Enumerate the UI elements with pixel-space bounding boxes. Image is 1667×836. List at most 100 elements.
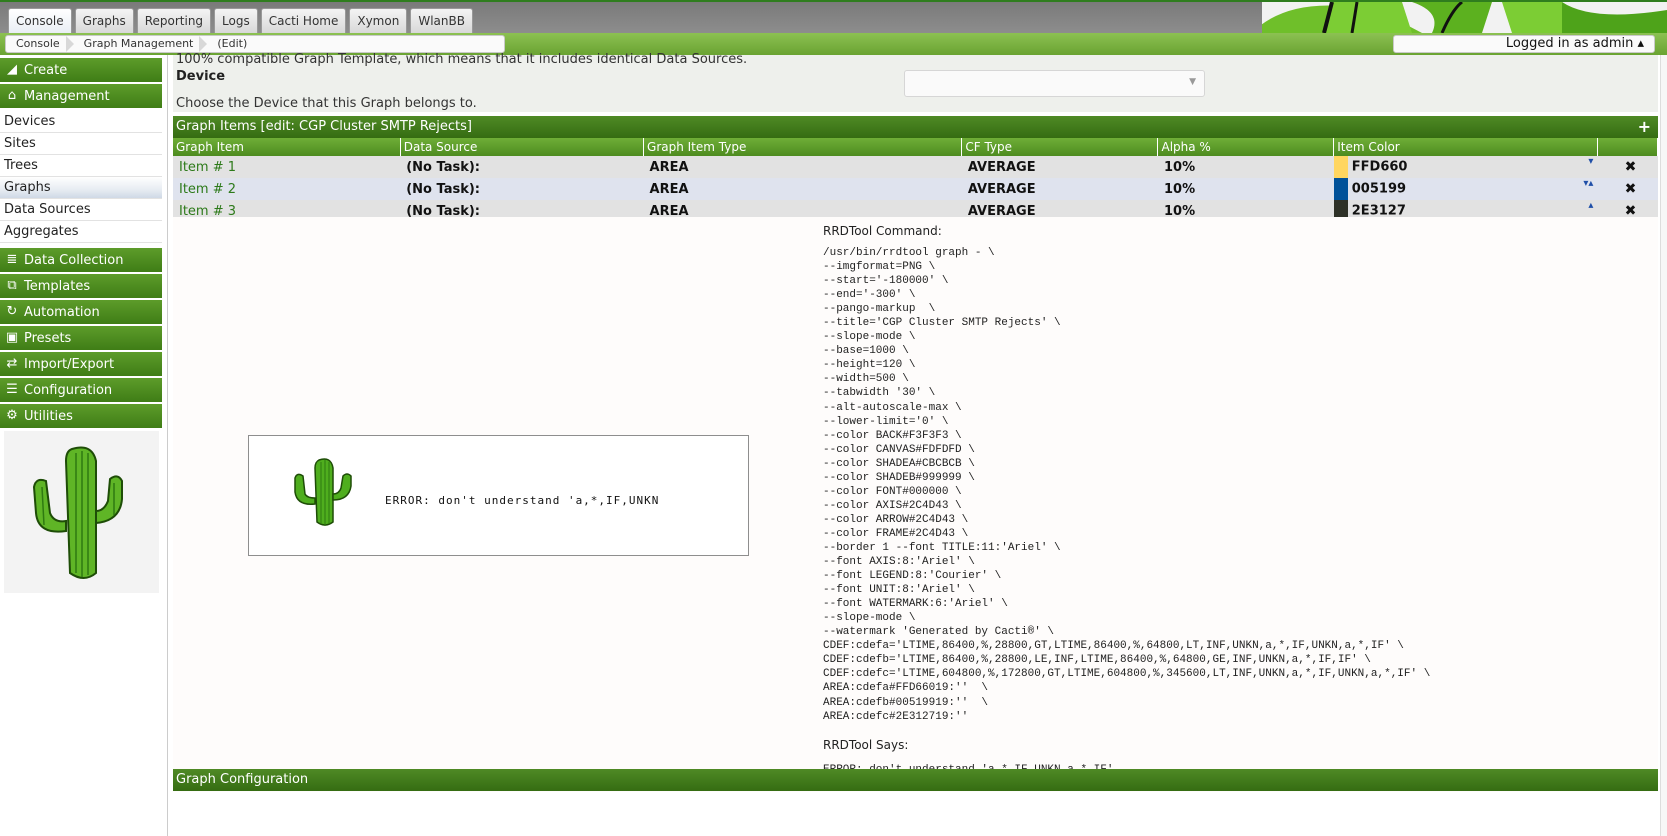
column-cf-type[interactable]: CF Type: [961, 138, 1159, 156]
item-color-cell: FFD660 ▾: [1333, 156, 1598, 178]
graph-item-link[interactable]: Item # 2: [173, 178, 401, 200]
sidebar-item-devices[interactable]: Devices: [0, 111, 162, 133]
device-row: 100% compatible Graph Template, which me…: [173, 52, 1658, 112]
graph-configuration-title: Graph Configuration: [176, 772, 309, 787]
graph-error-image-text: ERROR: don't understand 'a,*,IF,UNKN: [385, 494, 660, 507]
column-graph-item-type[interactable]: Graph Item Type: [643, 138, 963, 156]
tab-console[interactable]: Console: [8, 8, 72, 33]
table-row: Item # 2 (No Task): AREA AVERAGE 10% 005199 ▾▴…: [173, 178, 1658, 200]
column-item-color[interactable]: Item Color: [1333, 138, 1598, 156]
main-content: 100% compatible Graph Template, which me…: [173, 52, 1659, 836]
graph-items-title: Graph Items [edit: CGP Cluster SMTP Reje…: [176, 119, 472, 134]
column-alpha[interactable]: Alpha %: [1157, 138, 1335, 156]
sidebar-templates-label: Templates: [24, 279, 91, 294]
sidebar-import-export-label: Import/Export: [24, 357, 115, 372]
cactus-error-icon: [294, 458, 352, 526]
graph-items-table: Graph Item Data Source Graph Item Type C…: [173, 138, 1659, 222]
main-tabs: Console Graphs Reporting Logs Cacti Home…: [8, 8, 473, 33]
sidebar-automation-label: Automation: [24, 305, 100, 320]
sidebar-data-collection-label: Data Collection: [24, 253, 124, 268]
logged-in-user-menu[interactable]: Logged in as admin ▴: [1393, 35, 1655, 53]
sliders-icon: ☰: [6, 382, 18, 397]
chevron-down-icon: ▼: [1189, 77, 1196, 87]
sidebar-item-sites[interactable]: Sites: [0, 133, 162, 155]
move-arrows-icon[interactable]: ▾: [1588, 156, 1597, 167]
add-graph-item-icon[interactable]: +: [1638, 116, 1651, 138]
cacti-logo: [4, 431, 159, 593]
rrdtool-command: /usr/bin/rrdtool graph - \ --imgformat=P…: [823, 247, 1431, 723]
breadcrumb-edit: (Edit): [217, 37, 248, 50]
tab-graphs[interactable]: Graphs: [74, 8, 134, 33]
column-data-source[interactable]: Data Source: [400, 138, 645, 156]
tab-cacti-home[interactable]: Cacti Home: [260, 8, 347, 33]
sidebar-management[interactable]: ⌂ Management: [0, 84, 162, 109]
database-icon: ≣: [6, 252, 18, 267]
table-row: Item # 1 (No Task): AREA AVERAGE 10% FFD660 ▾ ✖: [173, 156, 1658, 178]
tab-reporting[interactable]: Reporting: [136, 8, 212, 33]
gears-icon: ⚙: [6, 408, 18, 423]
device-description: Choose the Device that this Graph belong…: [176, 96, 477, 111]
data-source-cell: (No Task):: [400, 156, 644, 178]
cactus-banner-image: [1262, 2, 1667, 33]
delete-item-icon[interactable]: ✖: [1597, 156, 1658, 178]
color-swatch: [1333, 178, 1348, 200]
item-color-value: FFD660: [1351, 159, 1408, 175]
graph-item-link[interactable]: Item # 1: [173, 156, 401, 178]
device-select[interactable]: ▼: [904, 70, 1205, 97]
chart-icon: ◢: [7, 62, 17, 77]
sidebar-presets[interactable]: ▣ Presets: [0, 326, 162, 351]
top-tab-bar: Console Graphs Reporting Logs Cacti Home…: [0, 0, 1667, 33]
exchange-icon: ⇄: [6, 356, 18, 371]
move-arrows-icon[interactable]: ▾▴: [1583, 178, 1597, 189]
item-color-value: 005199: [1351, 181, 1407, 197]
graph-item-type-cell: AREA: [643, 178, 962, 200]
tab-wlanbb[interactable]: WlanBB: [410, 8, 473, 33]
tab-xymon[interactable]: Xymon: [349, 8, 408, 33]
page-scrollbar[interactable]: [1660, 55, 1667, 836]
sidebar-item-aggregates[interactable]: Aggregates: [0, 221, 162, 243]
device-label: Device: [176, 69, 226, 84]
sidebar-configuration[interactable]: ☰ Configuration: [0, 378, 162, 403]
graph-configuration-header: Graph Configuration: [173, 769, 1658, 791]
copy-icon: ⧉: [7, 278, 17, 293]
rrdtool-output: RRDTool Command: /usr/bin/rrdtool graph …: [823, 224, 1430, 776]
cf-type-cell: AVERAGE: [961, 178, 1158, 200]
graph-preview-area: ERROR: don't understand 'a,*,IF,UNKN RRD…: [173, 217, 1658, 792]
sidebar-create-label: Create: [24, 63, 68, 78]
item-color-cell: 005199 ▾▴: [1333, 178, 1598, 200]
cf-type-cell: AVERAGE: [961, 156, 1158, 178]
template-compat-note: 100% compatible Graph Template, which me…: [176, 52, 748, 67]
move-arrows-icon[interactable]: ▴: [1588, 200, 1597, 211]
breadcrumb: Console Graph Management (Edit): [5, 35, 505, 53]
sidebar-utilities[interactable]: ⚙ Utilities: [0, 404, 162, 429]
column-graph-item[interactable]: Graph Item: [173, 138, 401, 156]
data-source-cell: (No Task):: [400, 178, 644, 200]
graph-items-header: Graph Items [edit: CGP Cluster SMTP Reje…: [173, 116, 1658, 138]
sidebar-item-data-sources[interactable]: Data Sources: [0, 199, 162, 221]
sidebar-presets-label: Presets: [24, 331, 72, 346]
alpha-cell: 10%: [1157, 156, 1334, 178]
sidebar-templates[interactable]: ⧉ Templates: [0, 274, 162, 299]
alpha-cell: 10%: [1157, 178, 1334, 200]
sidebar-management-label: Management: [24, 89, 110, 104]
archive-icon: ▣: [5, 330, 19, 345]
sidebar: ◢ Create ⌂ Management Devices Sites Tree…: [0, 55, 168, 836]
sidebar-create[interactable]: ◢ Create: [0, 58, 162, 83]
sidebar-data-collection[interactable]: ≣ Data Collection: [0, 248, 162, 273]
sidebar-automation[interactable]: ↻ Automation: [0, 300, 162, 325]
home-icon: ⌂: [7, 88, 17, 103]
graph-item-type-cell: AREA: [643, 156, 962, 178]
rrdtool-says-label: RRDTool Says:: [823, 737, 909, 752]
color-swatch: [1333, 156, 1348, 178]
delete-item-icon[interactable]: ✖: [1597, 178, 1658, 200]
breadcrumb-console[interactable]: Console: [6, 36, 74, 52]
refresh-icon: ↻: [6, 304, 18, 319]
tab-logs[interactable]: Logs: [214, 8, 258, 33]
column-actions: [1597, 138, 1659, 156]
sidebar-item-graphs[interactable]: Graphs: [0, 177, 162, 199]
sidebar-utilities-label: Utilities: [24, 409, 73, 424]
breadcrumb-graph-management[interactable]: Graph Management: [74, 36, 208, 52]
sidebar-item-trees[interactable]: Trees: [0, 155, 162, 177]
sidebar-import-export[interactable]: ⇄ Import/Export: [0, 352, 162, 377]
rrdtool-command-label: RRDTool Command:: [823, 224, 942, 238]
